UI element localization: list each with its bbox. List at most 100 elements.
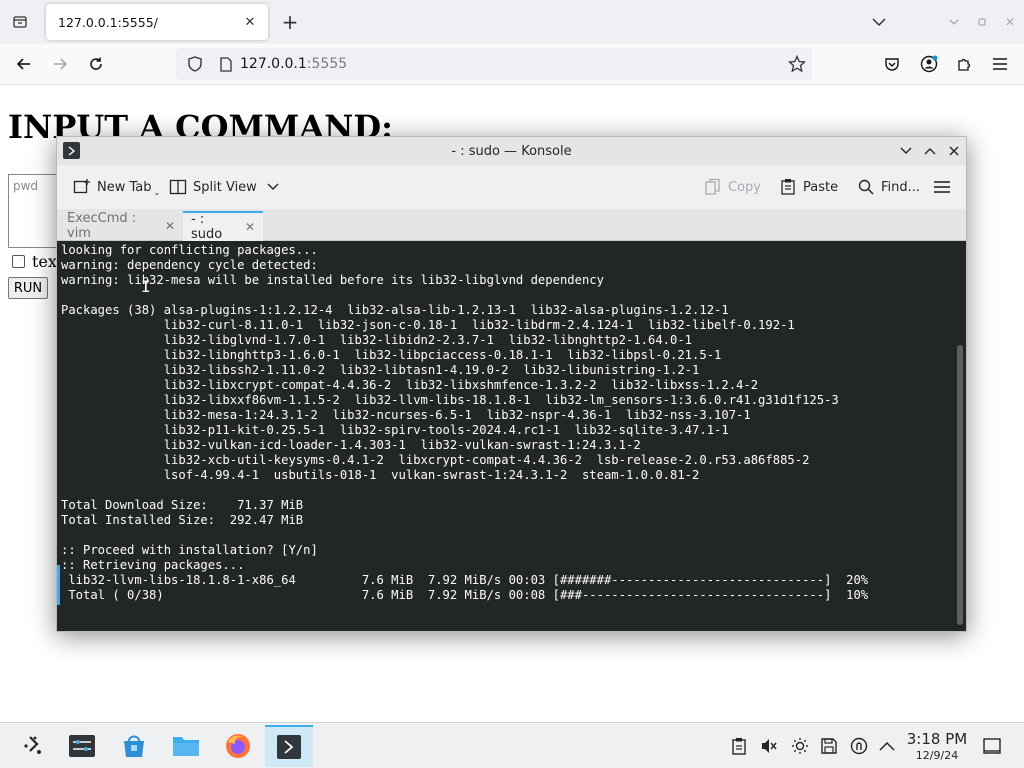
- hamburger-menu-icon[interactable]: [988, 52, 1012, 76]
- new-tab-dropdown-icon: ⌄: [153, 187, 161, 197]
- paste-icon: [781, 179, 795, 195]
- firefox-icon[interactable]: [214, 725, 262, 767]
- tab-sudo[interactable]: - : sudo ✕: [183, 211, 263, 242]
- tab-label: - : sudo: [191, 212, 223, 242]
- tray-expand-icon[interactable]: [878, 737, 896, 755]
- list-all-tabs-icon[interactable]: [868, 12, 890, 32]
- file-manager-icon[interactable]: [162, 725, 210, 767]
- terminal-line: lib32-xcb-util-keysyms-0.4.1-2 libxcrypt…: [61, 453, 810, 467]
- copy-button[interactable]: Copy: [704, 175, 761, 199]
- tab-label: ExecCmd : vim: [67, 211, 137, 241]
- terminal-line: looking for conflicting packages...: [61, 243, 318, 257]
- konsole-close-icon[interactable]: [945, 142, 963, 160]
- find-label: Find...: [881, 179, 921, 195]
- terminal-line: lib32-libxcrypt-compat-4.4.36-2 lib32-li…: [61, 378, 759, 392]
- terminal-line: lib32-p11-kit-0.25.5-1 lib32-spirv-tools…: [61, 423, 729, 437]
- konsole-titlebar[interactable]: - : sudo — Konsole: [57, 137, 966, 165]
- terminal-line: lib32-libnghttp3-1.6.0-1 lib32-libpciacc…: [61, 348, 722, 362]
- terminal-line: lib32-llvm-libs-18.1.8-1-x86_64 7.6 MiB …: [61, 573, 869, 587]
- maximize-icon[interactable]: [972, 12, 992, 32]
- browser-tab[interactable]: 127.0.0.1:5555/ ✕: [46, 4, 268, 40]
- close-window-icon[interactable]: ✕: [1000, 12, 1020, 32]
- text-cursor-icon: I: [141, 277, 151, 296]
- pocket-icon[interactable]: [880, 52, 904, 76]
- terminal-line: lib32-libxxf86vm-1.1.5-2 lib32-llvm-libs…: [61, 393, 839, 407]
- terminal-line: lib32-mesa-1:24.3.1-2 lib32-ncurses-6.5-…: [61, 408, 751, 422]
- konsole-minimize-icon[interactable]: [897, 142, 915, 160]
- konsole-toolbar: New Tab ⌄ Split View Copy Paste Find...: [57, 165, 966, 209]
- clock-date[interactable]: 12/9/24: [900, 749, 974, 762]
- close-tab-icon[interactable]: ✕: [245, 220, 255, 234]
- konsole-taskbar-icon[interactable]: [265, 725, 313, 767]
- konsole-tab-bar: ExecCmd : vim ✕ - : sudo ✕: [57, 209, 966, 242]
- tab-execcmd-vim[interactable]: ExecCmd : vim ✕: [59, 211, 183, 241]
- clock-time[interactable]: 3:18 PM: [900, 730, 974, 748]
- split-view-chevron-icon: [267, 183, 279, 190]
- paste-button[interactable]: Paste: [779, 175, 838, 199]
- terminal-line: :: Proceed with installation? [Y/n]: [61, 543, 318, 557]
- bookmark-star-icon[interactable]: [787, 54, 807, 77]
- terminal-line: warning: dependency cycle detected:: [61, 258, 318, 272]
- terminal-line: lib32-vulkan-icd-loader-1.4.303-1 lib32-…: [61, 438, 641, 452]
- new-tab-label: New Tab: [97, 179, 152, 195]
- split-view-button[interactable]: Split View: [169, 175, 285, 199]
- taskbar: [0, 722, 1024, 768]
- run-button[interactable]: RUN: [8, 277, 48, 299]
- url-bar[interactable]: 127.0.0.1:5555: [176, 48, 812, 80]
- app-launcher-icon[interactable]: [10, 725, 58, 767]
- konsole-app-icon[interactable]: [63, 142, 80, 159]
- forward-arrow-icon[interactable]: [48, 52, 72, 76]
- firefox-view-icon[interactable]: [8, 10, 32, 34]
- terminal-line: Total Installed Size: 292.47 MiB: [61, 513, 304, 527]
- terminal-line: lib32-curl-8.11.0-1 lib32-json-c-0.18-1 …: [61, 318, 795, 332]
- command-placeholder: pwd: [13, 179, 39, 193]
- konsole-title: - : sudo — Konsole: [451, 143, 572, 159]
- updates-icon[interactable]: [850, 737, 868, 755]
- text-checkbox-label: tex: [32, 252, 57, 271]
- url-port: :5555: [306, 56, 348, 72]
- konsole-maximize-icon[interactable]: [921, 142, 939, 160]
- paste-label: Paste: [803, 179, 839, 195]
- find-button[interactable]: Find...: [857, 175, 920, 199]
- terminal-lines: looking for conflicting packages... warni…: [61, 243, 868, 603]
- konsole-menu-button[interactable]: [933, 175, 957, 199]
- system-settings-icon[interactable]: [58, 725, 106, 767]
- account-icon[interactable]: [917, 52, 941, 76]
- disk-save-icon[interactable]: [820, 737, 838, 755]
- terminal-line: warning: lib32-mesa will be installed be…: [61, 273, 604, 287]
- brightness-icon[interactable]: [791, 737, 809, 755]
- close-tab-icon[interactable]: ✕: [240, 12, 260, 32]
- terminal-line: lib32-libssh2-1.11.0-2 lib32-libtasn1-4.…: [61, 363, 700, 377]
- shield-icon[interactable]: [178, 56, 212, 72]
- new-tab-plus-icon[interactable]: +: [278, 10, 302, 34]
- copy-icon: [705, 178, 720, 195]
- page-info-icon[interactable]: [212, 56, 240, 72]
- minimize-icon[interactable]: [944, 12, 964, 32]
- terminal-line-marker: [57, 565, 60, 605]
- hamburger-menu-icon: [934, 181, 950, 193]
- volume-muted-icon[interactable]: [760, 737, 778, 755]
- new-tab-button[interactable]: New Tab ⌄: [73, 175, 160, 199]
- discover-store-icon[interactable]: [110, 725, 158, 767]
- url-host: 127.0.0.1: [240, 56, 307, 72]
- terminal-line: Total ( 0/38) 7.6 MiB 7.92 MiB/s 00:08 […: [61, 588, 869, 602]
- split-view-label: Split View: [193, 179, 257, 195]
- search-icon: [858, 179, 874, 195]
- browser-tab-title: 127.0.0.1:5555/: [58, 14, 158, 30]
- browser-nav-bar: 127.0.0.1:5555: [0, 44, 1024, 85]
- terminal-scrollbar[interactable]: [957, 345, 963, 625]
- extensions-icon[interactable]: [952, 52, 976, 76]
- text-checkbox[interactable]: [12, 255, 25, 268]
- close-tab-icon[interactable]: ✕: [165, 219, 175, 233]
- terminal-line: Packages (38) alsa-plugins-1:1.2.12-4 li…: [61, 303, 729, 317]
- clipboard-icon[interactable]: [730, 737, 748, 755]
- show-desktop-icon[interactable]: [983, 737, 1001, 755]
- terminal-line: lib32-libglvnd-1.7.0-1 lib32-libidn2-2.3…: [61, 333, 693, 347]
- terminal-output[interactable]: looking for conflicting packages... warni…: [57, 241, 966, 631]
- back-arrow-icon[interactable]: [12, 52, 36, 76]
- browser-tab-bar: 127.0.0.1:5555/ ✕ + ✕: [0, 0, 1024, 44]
- reload-icon[interactable]: [84, 52, 108, 76]
